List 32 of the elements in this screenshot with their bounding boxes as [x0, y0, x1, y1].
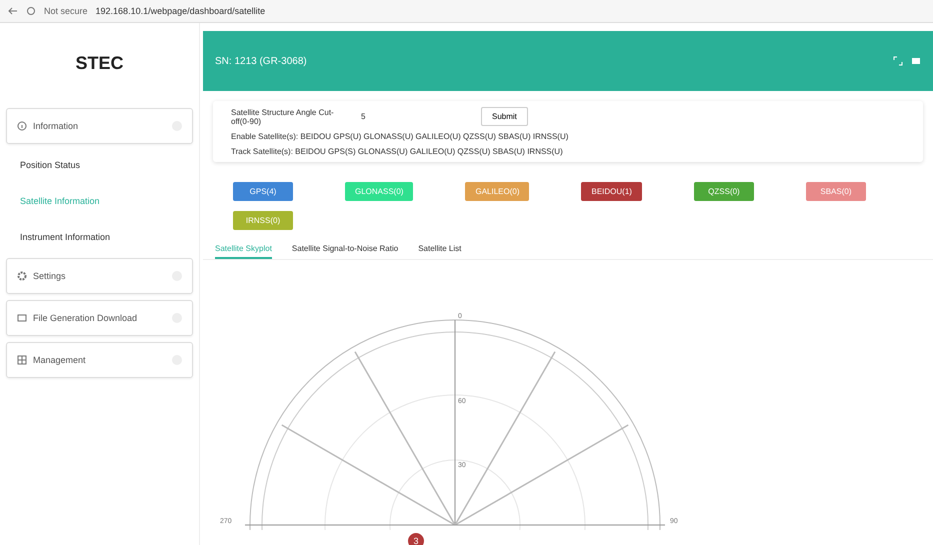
enabled-satellites: Enable Satellite(s): BEIDOU GPS(U) GLONASS(U) GALILEO(U) QZSS(U) SBAS(U) IRNSS(U): [231, 132, 570, 141]
sidebar-group[interactable]: Management: [6, 342, 193, 378]
satellite-marker[interactable]: 3: [407, 532, 425, 545]
sidebar-group[interactable]: Settings: [6, 258, 193, 294]
group-label: File Generation Download: [33, 313, 138, 323]
settings-icon: [17, 271, 27, 281]
sidebar-item[interactable]: Instrument Information: [6, 222, 193, 252]
tracked-satellites: Track Satellite(s): BEIDOU GPS(S) GLONASS(U) GALILEO(U) QZSS(U) SBAS(U) IRNSS(U): [231, 147, 564, 156]
info-icon: [17, 121, 27, 131]
system-tag[interactable]: BEIDOU(1): [581, 182, 642, 201]
security-label: Not secure: [44, 6, 88, 16]
device-title: SN: 1213 (GR-3068): [215, 56, 307, 66]
address-field[interactable]: 192.168.10.1/webpage/dashboard/satellite: [96, 6, 266, 16]
logo: STEC: [74, 52, 124, 75]
system-tag[interactable]: GPS(4): [233, 182, 293, 201]
back-icon[interactable]: [8, 6, 18, 16]
sidebar-group[interactable]: File Generation Download: [6, 300, 193, 336]
cutoff-field[interactable]: 5: [361, 112, 461, 121]
expand-icon[interactable]: [893, 56, 903, 66]
tab[interactable]: Satellite Signal-to-Noise Ratio: [292, 240, 398, 259]
message-icon[interactable]: [911, 56, 921, 66]
sidebar-group[interactable]: Information: [6, 108, 193, 144]
cutoff-label: Satellite Structure Angle Cut-off(0-90): [231, 108, 335, 126]
file-icon: [17, 313, 27, 323]
tab[interactable]: Satellite List: [418, 240, 462, 259]
group-label: Management: [33, 355, 86, 365]
sidebar-item[interactable]: Position Status: [6, 150, 193, 180]
grid-icon: [17, 355, 27, 365]
group-label: Settings: [33, 271, 66, 281]
submit-button[interactable]: Submit: [481, 107, 528, 126]
group-label: Information: [33, 121, 78, 131]
reload-icon[interactable]: [26, 6, 36, 16]
